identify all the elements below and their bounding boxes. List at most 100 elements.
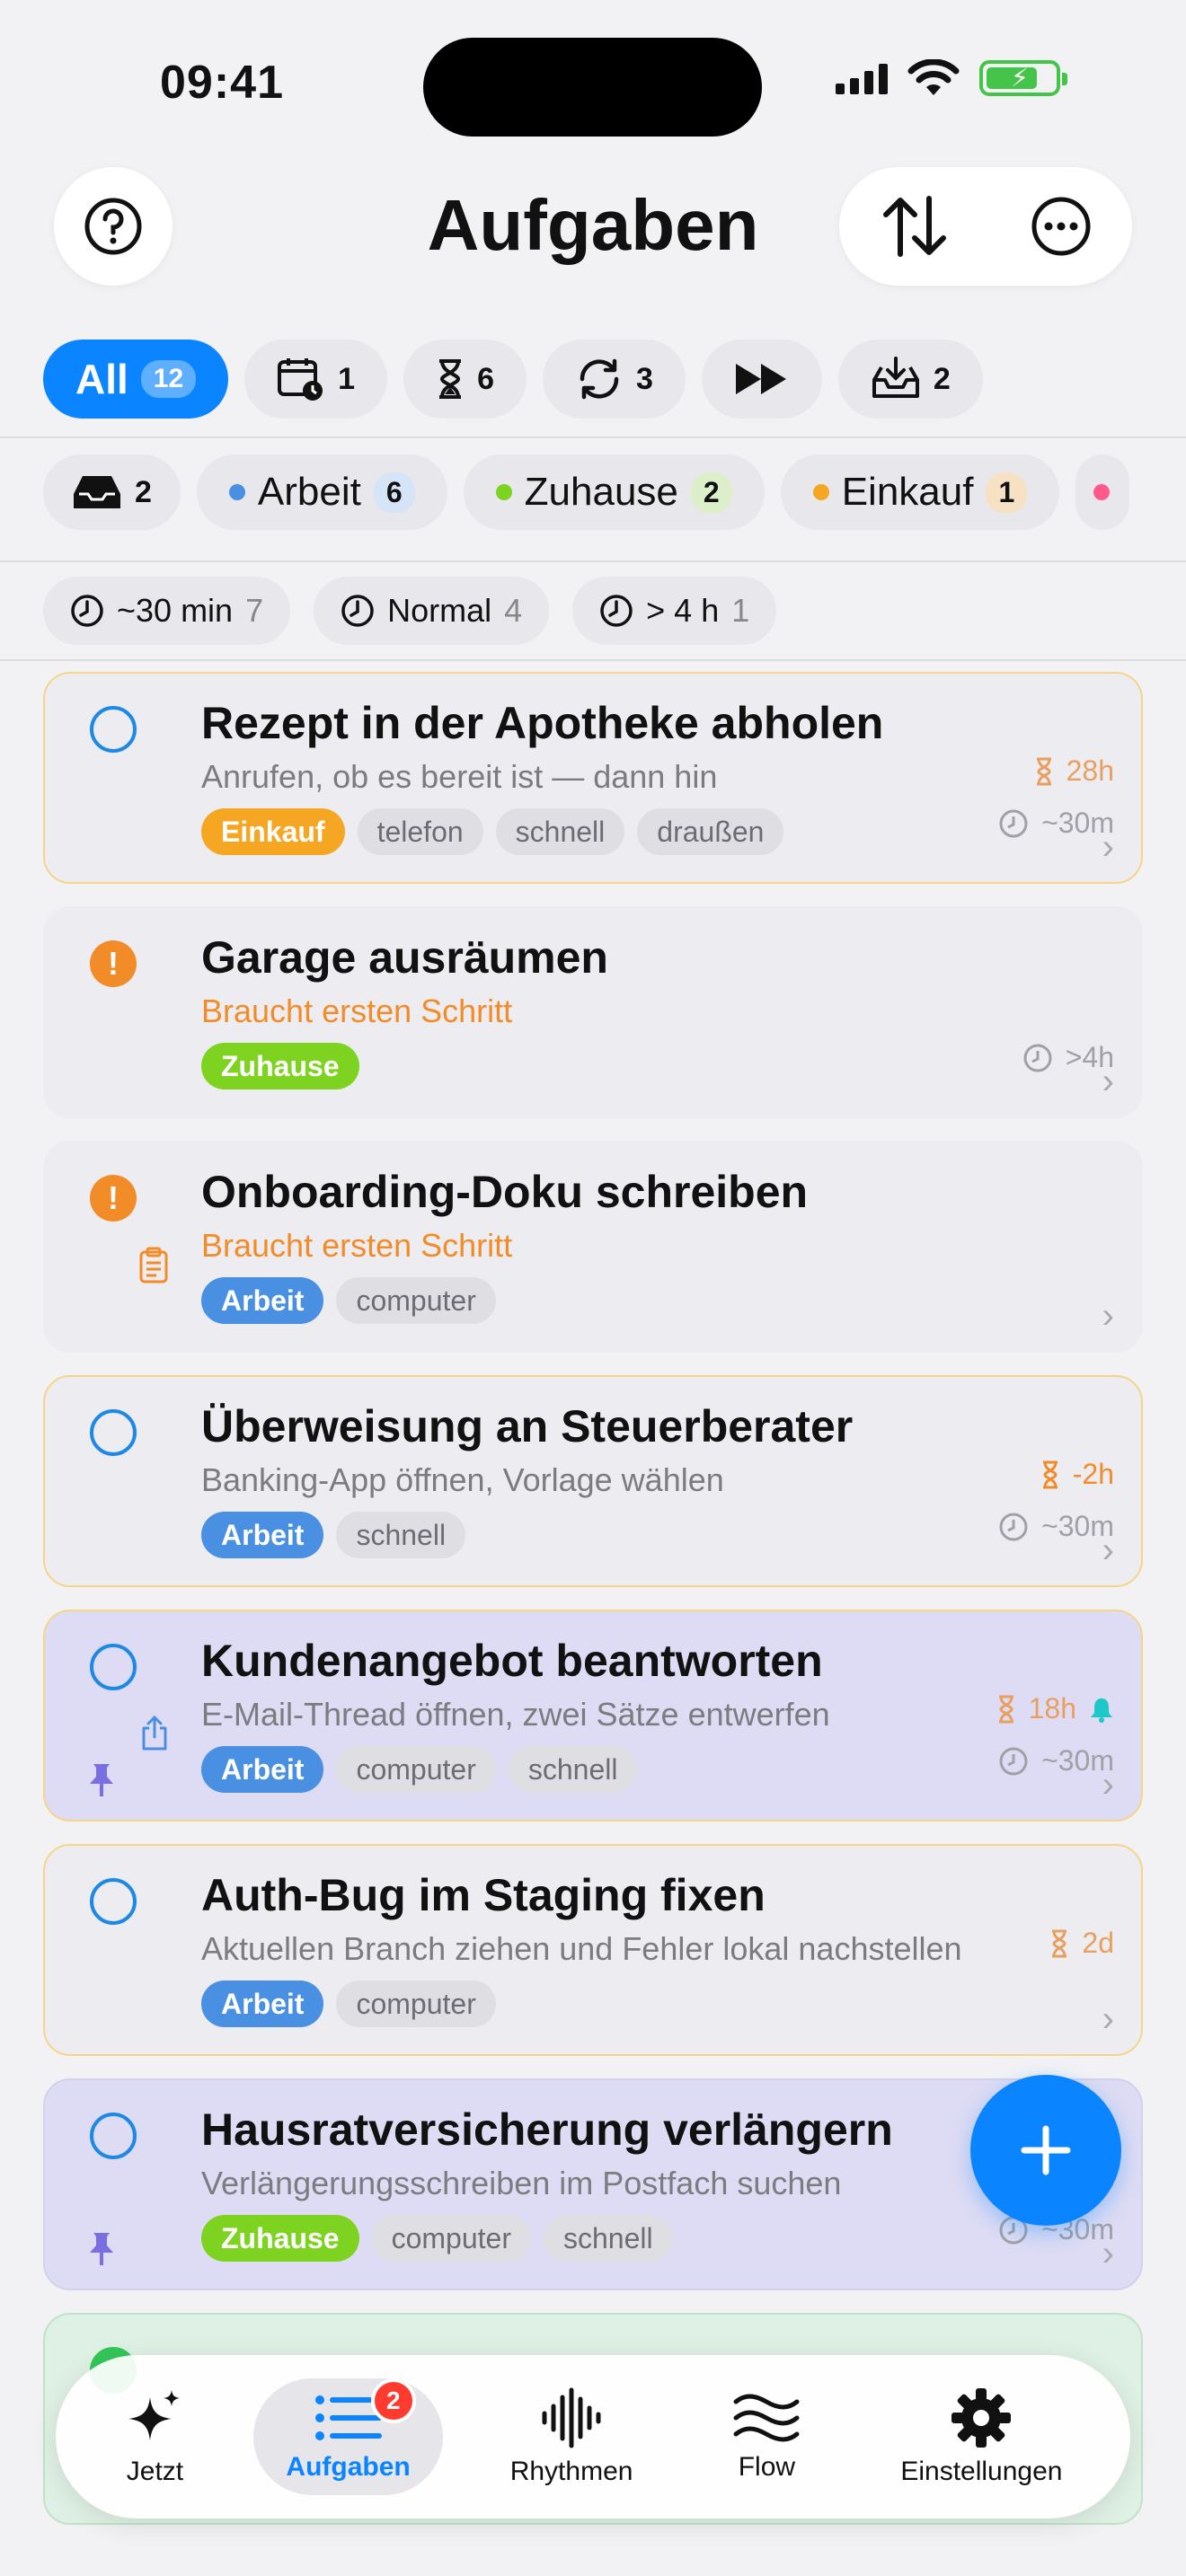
task-checkbox[interactable] xyxy=(90,2113,137,2159)
chevron-right-icon: › xyxy=(1102,1999,1114,2039)
share-icon[interactable] xyxy=(140,1716,169,1751)
divider xyxy=(0,659,1186,661)
category-count: 6 xyxy=(373,472,415,513)
hourglass-icon xyxy=(439,359,462,399)
clock-icon xyxy=(999,1747,1028,1775)
tab-flow[interactable]: Flow xyxy=(700,2378,833,2495)
chevron-right-icon: › xyxy=(1102,1531,1114,1570)
duration-short[interactable]: ~30 min 7 xyxy=(43,577,291,645)
task-deadline: -2h xyxy=(1040,1458,1114,1491)
task-tags: Arbeit computer schnell xyxy=(201,1746,638,1793)
add-task-button[interactable] xyxy=(970,2075,1121,2226)
category-zuhause[interactable]: Zuhause 2 xyxy=(463,454,765,530)
tab-label: Jetzt xyxy=(126,2457,184,2486)
duration-label: Normal xyxy=(387,592,492,629)
category-dot xyxy=(228,484,245,500)
filter-inbox[interactable]: 2 xyxy=(837,340,983,419)
task-tag: telefon xyxy=(357,808,483,855)
warning-icon[interactable]: ! xyxy=(90,940,137,987)
divider xyxy=(0,437,1186,438)
inbox-tray-icon xyxy=(74,476,120,508)
task-tag: computer xyxy=(336,1277,496,1324)
category-more[interactable] xyxy=(1075,454,1130,530)
repeat-icon xyxy=(580,358,619,400)
clock-icon xyxy=(1023,1044,1052,1072)
task-subtitle: Verlängerungsschreiben im Postfach suche… xyxy=(201,2165,842,2201)
duration-count: 7 xyxy=(245,592,264,629)
task-subtitle: Braucht ersten Schritt xyxy=(201,992,513,1029)
category-row: 2 Arbeit 6 Zuhause 2 Einkauf 1 xyxy=(43,454,1130,530)
tab-einstellungen[interactable]: Einstellungen xyxy=(868,2374,1094,2500)
duration-long[interactable]: > 4 h 1 xyxy=(572,577,777,645)
duration-label: ~30 min xyxy=(117,592,234,629)
hourglass-icon xyxy=(1036,757,1051,785)
task-card[interactable]: Rezept in der Apotheke abholen Anrufen, … xyxy=(43,672,1143,884)
tab-rhythmen[interactable]: Rhythmen xyxy=(478,2374,666,2500)
filter-deadline[interactable]: 6 xyxy=(403,340,527,419)
task-tag: schnell xyxy=(495,808,625,855)
duration-count: 1 xyxy=(731,592,750,629)
task-category: Arbeit xyxy=(201,1981,324,2027)
task-tags: Arbeit computer xyxy=(201,1277,496,1324)
filter-inbox-count: 2 xyxy=(933,361,951,396)
task-checkbox[interactable] xyxy=(90,1644,137,1690)
tab-bar: Jetzt Aufgaben 2 Rhythmen Flow Einstellu… xyxy=(56,2355,1130,2519)
chevron-right-icon: › xyxy=(1102,1296,1114,1336)
tab-label: Einstellungen xyxy=(900,2457,1063,2486)
deadline-text: -2h xyxy=(1072,1458,1114,1490)
task-category: Arbeit xyxy=(201,1746,324,1793)
filter-recurring[interactable]: 3 xyxy=(543,340,686,419)
task-duration: ~30m xyxy=(998,1744,1114,1778)
category-label: Einkauf xyxy=(841,470,974,514)
task-tags: Arbeit schnell xyxy=(201,1512,466,1558)
status-icons: ⚡ xyxy=(836,59,1067,97)
task-checkbox[interactable] xyxy=(90,706,137,753)
task-tag: draußen xyxy=(637,808,784,855)
task-card[interactable]: ! Garage ausräumen Braucht ersten Schrit… xyxy=(43,906,1143,1118)
task-card[interactable]: Überweisung an Steuerberater Banking-App… xyxy=(43,1375,1143,1587)
hourglass-icon xyxy=(998,1695,1013,1723)
task-checkbox[interactable] xyxy=(90,1878,137,1925)
header-actions xyxy=(839,167,1132,286)
clock-icon xyxy=(600,595,633,627)
filter-scheduled[interactable]: 1 xyxy=(244,340,388,419)
warning-icon[interactable]: ! xyxy=(90,1175,137,1222)
category-inbox[interactable]: 2 xyxy=(43,454,181,530)
filter-flow[interactable] xyxy=(701,340,822,419)
duration-normal[interactable]: Normal 4 xyxy=(314,577,550,645)
task-card[interactable]: Kundenangebot beantworten E-Mail-Thread … xyxy=(43,1610,1143,1822)
hourglass-icon xyxy=(1042,1460,1058,1488)
duration-label: > 4 h xyxy=(646,592,720,629)
task-category: Einkauf xyxy=(201,808,345,855)
pin-icon[interactable] xyxy=(86,2231,117,2267)
task-title: Rezept in der Apotheke abholen xyxy=(201,698,884,748)
category-einkauf[interactable]: Einkauf 1 xyxy=(780,454,1060,530)
tab-aufgaben[interactable]: Aufgaben 2 xyxy=(253,2378,443,2495)
status-time: 09:41 xyxy=(160,57,284,109)
tab-jetzt[interactable]: Jetzt xyxy=(91,2374,218,2500)
duration-count: 4 xyxy=(504,592,523,629)
task-card[interactable]: Auth-Bug im Staging fixen Aktuellen Bran… xyxy=(43,1844,1143,2056)
filter-all[interactable]: All 12 xyxy=(43,340,229,419)
filter-scheduled-count: 1 xyxy=(338,361,356,396)
sort-icon[interactable] xyxy=(879,193,951,260)
task-checkbox[interactable] xyxy=(90,1409,137,1456)
bell-icon xyxy=(1091,1698,1112,1723)
task-title: Überweisung an Steuerberater xyxy=(201,1401,854,1451)
waveform-icon xyxy=(542,2387,601,2448)
notification-badge: 2 xyxy=(370,2378,416,2423)
tray-download-icon xyxy=(872,357,919,398)
task-category: Arbeit xyxy=(201,1277,324,1324)
task-title: Garage ausräumen xyxy=(201,932,608,983)
chevron-right-icon: › xyxy=(1102,827,1114,867)
clock-icon xyxy=(999,1513,1028,1540)
task-card[interactable]: ! Onboarding-Doku schreiben Braucht erst… xyxy=(43,1141,1143,1353)
task-title: Onboarding-Doku schreiben xyxy=(201,1167,809,1217)
pin-icon[interactable] xyxy=(86,1762,117,1798)
clock-icon xyxy=(71,595,103,627)
category-arbeit[interactable]: Arbeit 6 xyxy=(196,454,447,530)
task-subtitle: Banking-App öffnen, Vorlage wählen xyxy=(201,1461,724,1498)
more-icon[interactable] xyxy=(1030,195,1093,258)
filter-all-label: All xyxy=(75,356,128,402)
chevron-right-icon: › xyxy=(1102,2234,1114,2273)
